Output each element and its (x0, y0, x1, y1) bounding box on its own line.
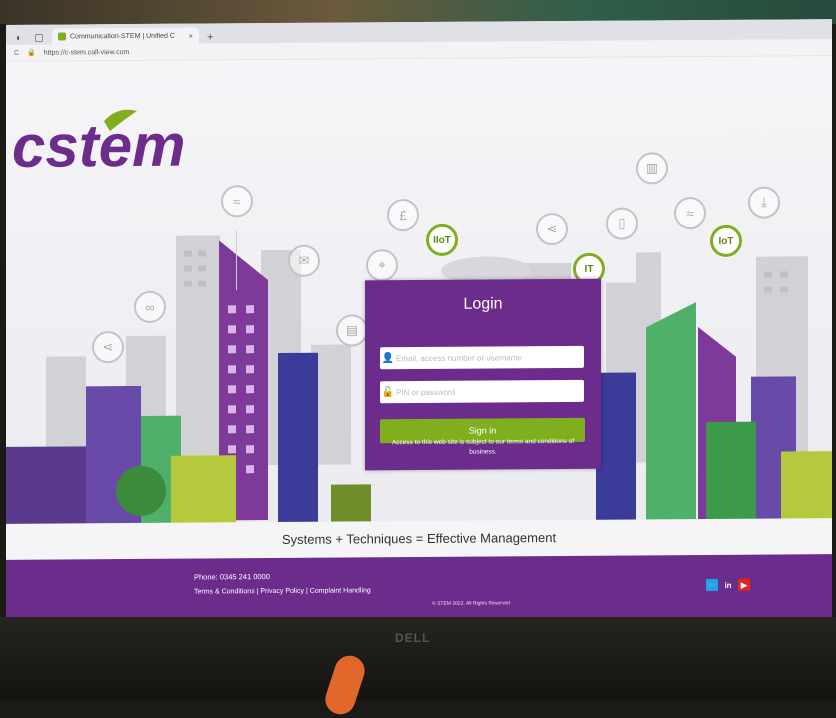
password-input[interactable] (396, 380, 584, 403)
youtube-icon[interactable]: ▶ (738, 578, 750, 591)
copyright: © STEM 2022. All Rights Reserved (432, 600, 510, 607)
linkedin-icon[interactable]: in (722, 579, 734, 591)
twitter-icon[interactable]: 🐦 (706, 578, 718, 591)
chat-icon: ▤ (336, 314, 368, 347)
footer-links: Terms & Conditions | Privacy Policy | Co… (194, 587, 371, 596)
social-links: 🐦 in ▶ (706, 578, 750, 591)
wifi-icon: ≈ (674, 196, 706, 230)
tab-close-icon[interactable]: × (188, 31, 193, 40)
wifi-icon: ≈ (221, 185, 253, 218)
share-icon: ⋖ (92, 331, 124, 364)
footer-phone: Phone: 0345 241 0000 (194, 572, 270, 582)
pound-icon: £ (387, 199, 419, 232)
tagline: Systems + Techniques = Effective Managem… (6, 518, 832, 560)
window-menu-icon[interactable]: ◐ (12, 31, 26, 45)
link-icon: ∞ (134, 290, 166, 323)
tag-iiot: IIoT (426, 223, 458, 256)
address-url[interactable]: https://c-stem.call-view.com (44, 49, 130, 57)
unlock-icon: 🔓 (381, 386, 395, 398)
connector-line (236, 230, 237, 291)
phone-icon: ▯ (606, 207, 638, 240)
monitor-bezel (0, 617, 836, 699)
complaint-link[interactable]: Complaint Handling (310, 587, 371, 594)
login-page: cstem ≈ ✉ £ ⌖ ⋖ ▯ ▥ ≈ ⤓ ∞ ⋖ ▤ IIoT IT Io… (6, 56, 832, 629)
monitor-screen: ◐ ▢ Communication-STEM | Unified C × + C… (6, 19, 832, 629)
share-icon: ⋖ (536, 212, 568, 246)
svg-text:cstem: cstem (12, 112, 185, 180)
terms-link[interactable]: Terms & Conditions (194, 588, 255, 595)
terms-notice: Access to this web site is subject to ou… (391, 437, 575, 456)
username-field[interactable]: 👤 (380, 345, 584, 370)
reload-icon[interactable]: C (14, 49, 19, 56)
login-title: Login (463, 295, 503, 313)
tab-actions-icon[interactable]: ▢ (32, 31, 46, 45)
privacy-link[interactable]: Privacy Policy (260, 588, 304, 595)
lock-icon[interactable]: 🔒 (27, 49, 36, 57)
chart-icon: ▥ (636, 152, 668, 185)
new-tab-button[interactable]: + (207, 31, 213, 43)
monitor-brand: DELL (395, 631, 431, 645)
download-icon: ⤓ (748, 186, 780, 219)
user-icon: 👤 (381, 352, 395, 364)
cstem-logo[interactable]: cstem (12, 100, 222, 186)
location-icon: ⌖ (366, 249, 398, 282)
tab-favicon-icon (58, 32, 66, 41)
tab-title: Communication-STEM | Unified C (70, 32, 175, 40)
username-input[interactable] (396, 346, 584, 369)
mail-icon: ✉ (288, 244, 320, 277)
password-field[interactable]: 🔓 (380, 379, 584, 404)
browser-tab[interactable]: Communication-STEM | Unified C × (52, 27, 199, 45)
tag-iot: IoT (710, 224, 742, 257)
login-panel: Login 👤 🔓 Sign in Access to this web sit… (365, 278, 601, 471)
